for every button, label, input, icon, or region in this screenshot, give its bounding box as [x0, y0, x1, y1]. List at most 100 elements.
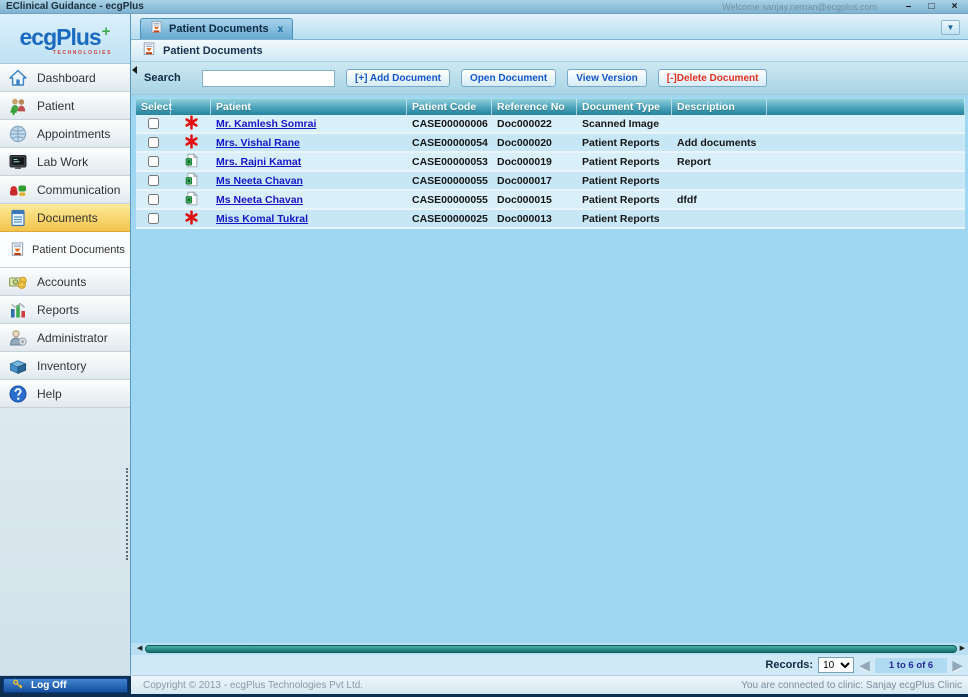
toolbar: Search [+] Add Document Open Document Vi… [131, 62, 968, 95]
patient-link[interactable]: Mr. Kamlesh Somrai [216, 118, 316, 130]
document-type-cell: Patient Reports [577, 134, 672, 151]
copyright-text: Copyright © 2013 - ecgPlus Technologies … [143, 680, 363, 691]
patient-cell: Ms Neeta Chavan [211, 191, 407, 208]
sidebar-item-patient[interactable]: Patient [0, 92, 130, 120]
log-off-button[interactable]: Log Off [3, 678, 128, 693]
sidebar-item-inventory[interactable]: Inventory [0, 352, 130, 380]
close-button[interactable]: × [947, 0, 962, 13]
table-row[interactable]: Mr. Kamlesh SomraiCASE00000006Doc000022S… [136, 115, 965, 134]
logo-plus-icon: + [102, 23, 111, 40]
sidebar-item-dashboard[interactable]: Dashboard [0, 64, 130, 92]
documents-icon [8, 208, 28, 228]
description-cell: Report [672, 153, 767, 170]
patient-link[interactable]: Ms Neeta Chavan [216, 194, 303, 206]
records-per-page-select[interactable]: 10 [818, 657, 854, 673]
delete-document-button[interactable]: [-]Delete Document [658, 69, 768, 87]
row-select-checkbox[interactable] [148, 118, 159, 129]
scrollbar-thumb[interactable] [145, 645, 956, 653]
open-document-button[interactable]: Open Document [461, 69, 556, 87]
labwork-icon [8, 152, 28, 172]
sidebar-item-label: Inventory [37, 359, 86, 373]
breadcrumb-label: Patient Documents [163, 45, 263, 57]
sidebar-item-help[interactable]: Help [0, 380, 130, 408]
window-titlebar: EClinical Guidance - ecgPlus Welcome san… [0, 0, 968, 14]
row-select-checkbox[interactable] [148, 156, 159, 167]
patient-documents-icon [142, 42, 156, 59]
table-row[interactable]: Ms Neeta ChavanCASE00000055Doc000017Pati… [136, 172, 965, 191]
sidebar-item-accounts[interactable]: Accounts [0, 268, 130, 296]
column-header-document-type[interactable]: Document Type [577, 99, 672, 115]
previous-page-icon[interactable]: ◀ [859, 657, 870, 673]
patient-code-cell: CASE00000054 [407, 134, 492, 151]
sidebar-item-reports[interactable]: Reports [0, 296, 130, 324]
sidebar-item-lab-work[interactable]: Lab Work [0, 148, 130, 176]
sidebar-item-communication[interactable]: Communication [0, 176, 130, 204]
welcome-text: Welcome sanjay.neman@ecgplus.com [722, 2, 877, 12]
next-page-icon[interactable]: ▶ [952, 657, 963, 673]
column-header-blank[interactable] [171, 99, 211, 115]
table-row[interactable]: Miss Komal TukralCASE00000025Doc000013Pa… [136, 210, 965, 229]
grid-header: Select PatientPatient CodeReference NoDoc… [136, 98, 965, 115]
sidebar-item-administrator[interactable]: Administrator [0, 324, 130, 352]
patient-code-cell: CASE00000055 [407, 172, 492, 189]
scan-icon [184, 134, 199, 151]
row-select-checkbox[interactable] [148, 137, 159, 148]
scroll-right-icon[interactable]: ▶ [960, 645, 965, 653]
column-header-patient-code[interactable]: Patient Code [407, 99, 492, 115]
minimize-button[interactable]: – [901, 0, 916, 13]
blank-cell [767, 172, 965, 189]
sidebar-item-documents[interactable]: Documents [0, 204, 130, 232]
patient-link[interactable]: Miss Komal Tukral [216, 213, 308, 225]
view-version-button[interactable]: View Version [567, 69, 647, 87]
row-select-checkbox[interactable] [148, 175, 159, 186]
sidebar-item-patient-documents[interactable]: Patient Documents [0, 232, 130, 268]
tab-patient-documents[interactable]: Patient Documents x [140, 18, 293, 39]
patient-cell: Mr. Kamlesh Somrai [211, 115, 407, 132]
description-cell [672, 210, 767, 227]
column-header-reference-no[interactable]: Reference No [492, 99, 577, 115]
reference-no-cell: Doc000022 [492, 115, 577, 132]
description-cell [672, 172, 767, 189]
patient-code-cell: CASE00000025 [407, 210, 492, 227]
doc-icon [184, 153, 199, 170]
column-header-blank[interactable] [767, 99, 965, 115]
add-document-button[interactable]: [+] Add Document [346, 69, 450, 87]
select-cell [136, 210, 171, 227]
select-cell [136, 115, 171, 132]
pagination-bar: Records: 10 ◀ 1 to 6 of 6 ▶ [131, 655, 968, 675]
appointments-icon [8, 124, 28, 144]
sidebar-splitter-handle[interactable] [126, 468, 128, 560]
row-select-checkbox[interactable] [148, 194, 159, 205]
reference-no-cell: Doc000019 [492, 153, 577, 170]
horizontal-scrollbar[interactable]: ◀ ▶ [131, 643, 968, 655]
table-row[interactable]: Mrs. Rajni KamatCASE00000053Doc000019Pat… [136, 153, 965, 172]
patient-cell: Mrs. Vishal Rane [211, 134, 407, 151]
records-label: Records: [765, 659, 813, 671]
column-header-select[interactable]: Select [136, 99, 171, 115]
breadcrumb: Patient Documents [131, 40, 968, 62]
key-icon [12, 678, 24, 693]
description-cell: dfdf [672, 191, 767, 208]
table-row[interactable]: Mrs. Vishal RaneCASE00000054Doc000020Pat… [136, 134, 965, 153]
scroll-left-icon[interactable]: ◀ [137, 645, 142, 653]
column-header-description[interactable]: Description [672, 99, 767, 115]
patient-link[interactable]: Mrs. Rajni Kamat [216, 156, 301, 168]
patient-cell: Mrs. Rajni Kamat [211, 153, 407, 170]
tab-close-icon[interactable]: x [278, 24, 284, 35]
sidebar: ecgPlus+ TECHNOLOGIES DashboardPatientAp… [0, 14, 131, 675]
patient-link[interactable]: Mrs. Vishal Rane [216, 137, 300, 149]
tab-list-dropdown[interactable]: ▼ [941, 20, 960, 35]
sidebar-collapse-arrow[interactable] [132, 66, 137, 74]
sidebar-item-label: Communication [37, 183, 120, 197]
blank-cell [767, 115, 965, 132]
column-header-patient[interactable]: Patient [211, 99, 407, 115]
sidebar-item-appointments[interactable]: Appointments [0, 120, 130, 148]
sidebar-item-label: Documents [37, 211, 98, 225]
tab-label: Patient Documents [169, 23, 269, 35]
search-input[interactable] [202, 70, 335, 87]
maximize-button[interactable]: □ [924, 0, 939, 13]
doc-type-icon-cell [171, 172, 211, 189]
table-row[interactable]: Ms Neeta ChavanCASE00000055Doc000015Pati… [136, 191, 965, 210]
patient-link[interactable]: Ms Neeta Chavan [216, 175, 303, 187]
row-select-checkbox[interactable] [148, 213, 159, 224]
